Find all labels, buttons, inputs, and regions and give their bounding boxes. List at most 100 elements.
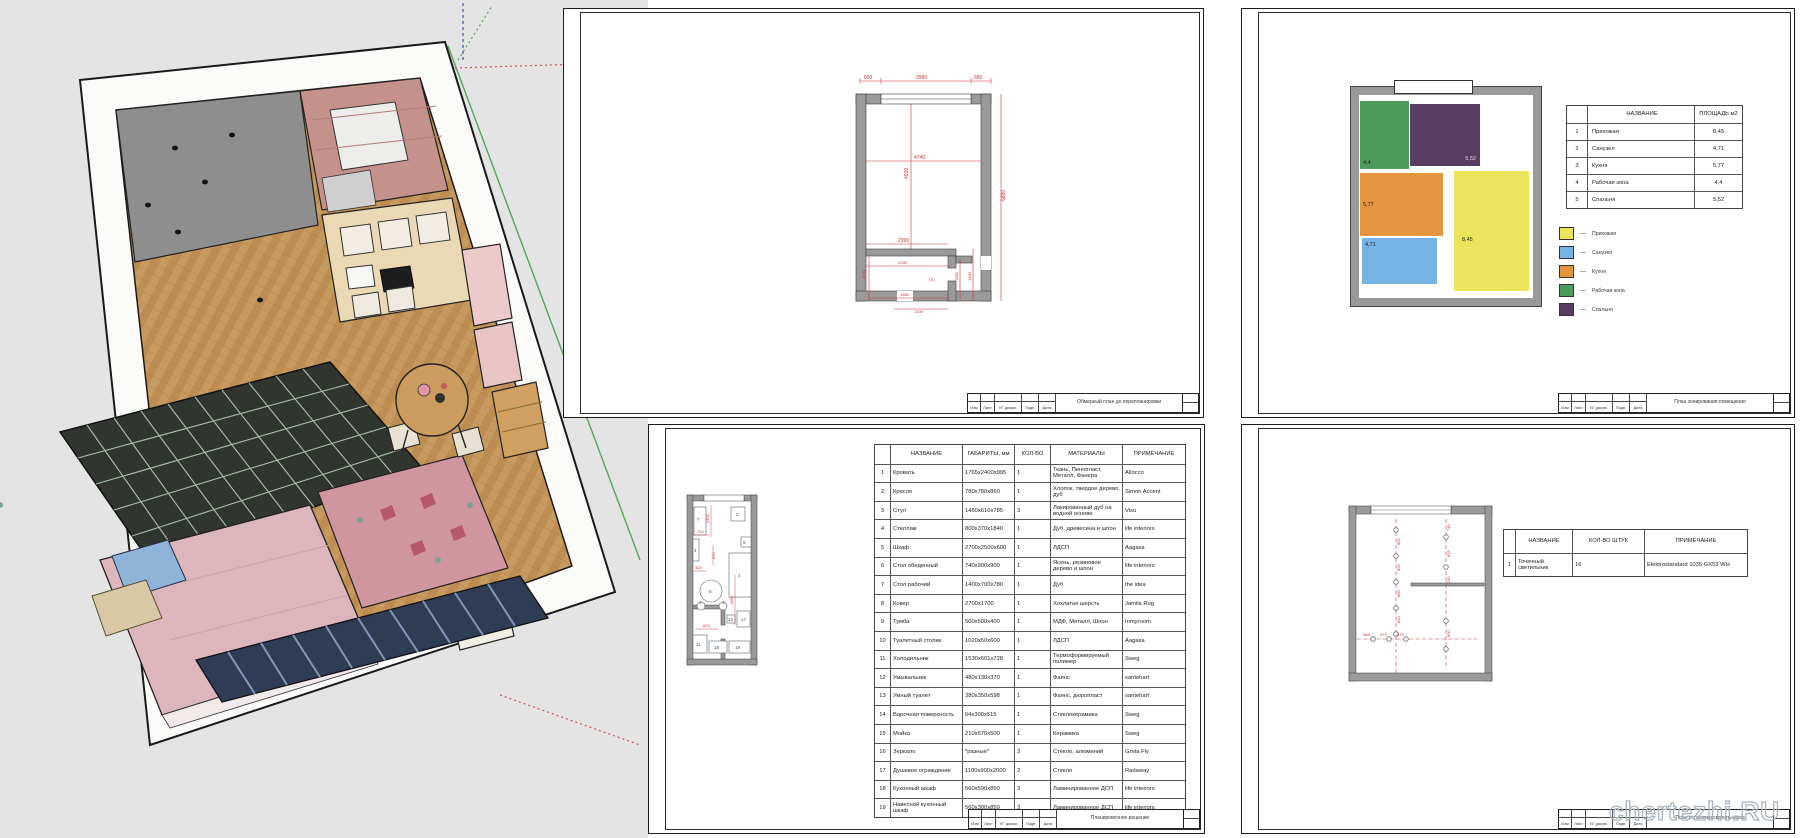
- zoning-table-row: 4 Рабочая зона 4,4: [1567, 174, 1742, 191]
- sheet-zoning-plan: 4,4 5,52 5,77 8,45 4,71 НАЗВАНИЕ ПЛОЩАДЬ…: [1241, 8, 1795, 418]
- zone-legend: — Прихожая — Санузел — Кухня —: [1559, 224, 1625, 319]
- stamp-col-data: Дата: [1630, 402, 1647, 412]
- stamp-col-data: Дата: [1039, 402, 1056, 412]
- cabinet-front: [386, 286, 415, 312]
- cell-note: Inmyroom: [1122, 613, 1185, 631]
- stamp-col-docnum: N° докум.: [996, 818, 1023, 828]
- cell-index: 8: [875, 595, 890, 613]
- cell-dimensions: 210x570x500: [962, 725, 1014, 743]
- header-cell: НАЗВАНИЕ: [890, 445, 962, 464]
- cell-dimensions: 1400x700x780: [962, 576, 1014, 594]
- cell-quantity: 3: [1014, 744, 1050, 762]
- cell-index: 4: [875, 520, 890, 538]
- furniture-table-row: 12 Умывальник 480x130x370 1 Фаянс santeh…: [875, 668, 1185, 687]
- cell-note: santehart: [1122, 688, 1185, 706]
- cell-index: 6: [875, 558, 890, 576]
- cell-materials: МДФ, Металл, Шпон: [1050, 613, 1122, 631]
- legend-swatch: [1559, 227, 1574, 240]
- cell-quantity: 3: [1014, 781, 1050, 799]
- zone-area-label: 4,4: [1363, 160, 1371, 166]
- zone-bedroom: 5,52: [1410, 104, 1480, 166]
- svg-text:800: 800: [1396, 616, 1401, 623]
- cell-index: 2: [875, 483, 890, 501]
- furniture-table-row: 10 Туалетный столик 1020x50x600 1 ЛДСП A…: [875, 631, 1185, 650]
- svg-text:800: 800: [1446, 630, 1451, 637]
- light-axis-lines: [1357, 519, 1477, 673]
- cell-index: 13: [875, 688, 890, 706]
- cell-note: Visu: [1122, 502, 1185, 520]
- cell-index: 2: [1567, 141, 1587, 157]
- cell-area: 4,4: [1694, 175, 1742, 191]
- sheet-title: Планировочное решение: [1057, 810, 1184, 828]
- legend-label: Санузел: [1592, 250, 1612, 256]
- zone-area-label: 8,45: [1462, 237, 1473, 243]
- stamp-col-list: Лист: [1572, 818, 1586, 828]
- cell-name: Стул: [890, 502, 962, 520]
- lighting-table: НАЗВАНИЕ КОЛ-ВО ШТУК ПРИМЕЧАНИЕ 1 Точечн…: [1503, 529, 1748, 577]
- cell-name: Прихожая: [1587, 124, 1694, 140]
- furniture-table-row: 9 Тумба 500x500x400 1 МДФ, Металл, Шпон …: [875, 612, 1185, 631]
- cell-note: Radaway: [1122, 762, 1185, 780]
- stamp-col-docnum: N° докум.: [995, 402, 1022, 412]
- header-cell: ПЛОЩАДЬ м2: [1694, 106, 1742, 123]
- svg-text:740: 740: [1446, 576, 1451, 583]
- cell-index: 17: [875, 762, 890, 780]
- cell-materials: Хлопок, твердое дерево, дуб: [1050, 483, 1122, 501]
- cell-note: Sweg: [1122, 725, 1185, 743]
- cell-name: Рабочая зона: [1587, 175, 1694, 191]
- 3d-room-render: [0, 0, 648, 838]
- svg-text:800: 800: [1396, 538, 1401, 545]
- cell-quantity: 1: [1014, 669, 1050, 687]
- cell-note: Aagaxa: [1122, 632, 1185, 650]
- cell-index: 10: [875, 632, 890, 650]
- legend-swatch: [1559, 265, 1574, 278]
- svg-text:1680: 1680: [729, 595, 734, 605]
- chertezhi-watermark: chertezhi.RU: [1609, 796, 1780, 827]
- furniture-table-header: НАЗВАНИЕ ГАБАРИТЫ, мм КОЛ-ВО МАТЕРИАЛЫ П…: [875, 445, 1185, 464]
- legend-dash: —: [1580, 307, 1586, 313]
- cell-materials: Дуб: [1050, 576, 1122, 594]
- svg-text:3: 3: [722, 600, 725, 605]
- cell-materials: ЛДСП: [1050, 632, 1122, 650]
- furniture-table-row: 4 Стеллаж 800x370x1840 1 Дуб, древесина …: [875, 519, 1185, 538]
- cell-name: Навесной кухонный шкаф: [890, 799, 962, 817]
- cell-quantity: 1: [1014, 706, 1050, 724]
- cell-name: Шкаф: [890, 539, 962, 557]
- cell-name: Зеркало: [890, 744, 962, 762]
- zone-bathroom: 4,71: [1362, 238, 1437, 284]
- zoning-plan-drawing: 4,4 5,52 5,77 8,45 4,71: [1351, 87, 1541, 306]
- stamp-cells: Изм Лист N° докум. Подп. Дата: [1559, 394, 1647, 412]
- cell-quantity: 1: [1014, 558, 1050, 576]
- lighting-table-row: 1 Точечный светильник 16 Elektrostandard…: [1504, 553, 1747, 576]
- cell-dimensions: 740x900x900: [962, 558, 1014, 576]
- zone-hallway: 8,45: [1454, 171, 1529, 291]
- legend-swatch: [1559, 303, 1574, 316]
- svg-text:2: 2: [736, 512, 739, 517]
- cell-quantity: 1: [1014, 520, 1050, 538]
- legend-dash: —: [1580, 231, 1586, 237]
- cell-index: 15: [875, 725, 890, 743]
- kitchen-sink: [346, 265, 375, 289]
- cell-quantity: 1: [1014, 539, 1050, 557]
- shower-tray: [330, 102, 408, 170]
- legend-dash: —: [1580, 269, 1586, 275]
- zone-area-label: 4,71: [1365, 242, 1376, 248]
- svg-text:9: 9: [743, 540, 746, 545]
- furniture-table-row: 7 Стол рабочий 1400x700x780 1 Дуб the id…: [875, 575, 1185, 594]
- vase: [435, 393, 445, 403]
- cell-materials: Хохлатая шерсть: [1050, 595, 1122, 613]
- svg-text:800: 800: [1396, 590, 1401, 597]
- cell-name: Стол обеденный: [890, 558, 962, 576]
- stamp-col-podp: Подп.: [1023, 818, 1040, 828]
- kitchen-zone: [322, 198, 472, 322]
- cell-dimensions: 2700x2500x600: [962, 539, 1014, 557]
- cell-name: Тумба: [890, 613, 962, 631]
- cell-quantity: 1: [1014, 632, 1050, 650]
- cell-name: Холодильник: [890, 651, 962, 669]
- stamp-col-izm: Изм: [1559, 818, 1572, 828]
- furniture-table: НАЗВАНИЕ ГАБАРИТЫ, мм КОЛ-ВО МАТЕРИАЛЫ П…: [874, 444, 1186, 818]
- cell-quantity: 1: [1014, 688, 1050, 706]
- cell-dimensions: 500x500x400: [962, 613, 1014, 631]
- cell-index: 1: [1504, 554, 1515, 576]
- svg-text:575: 575: [1380, 632, 1387, 637]
